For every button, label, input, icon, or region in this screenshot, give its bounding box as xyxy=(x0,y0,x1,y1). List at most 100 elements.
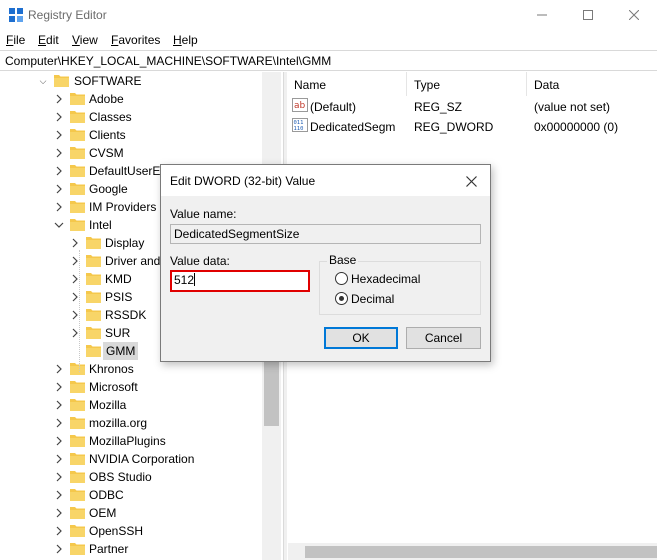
horizontal-scrollbar-thumb[interactable] xyxy=(305,546,657,558)
tree-item-adobe[interactable]: Adobe xyxy=(0,90,260,108)
menu-file[interactable]: File xyxy=(6,33,25,47)
value-type: REG_SZ xyxy=(414,100,463,114)
tree-label-software: SOFTWARE xyxy=(74,74,142,88)
chevron-right-icon[interactable] xyxy=(54,543,64,555)
tree-label-mozilla-org: mozilla.org xyxy=(89,416,148,430)
close-button[interactable] xyxy=(612,0,656,30)
chevron-right-icon[interactable] xyxy=(54,201,64,213)
tree-label-odbc: ODBC xyxy=(89,488,124,502)
tree-item-classes[interactable]: Classes xyxy=(0,108,260,126)
string-value-icon: ab xyxy=(292,98,308,112)
chevron-right-icon[interactable] xyxy=(54,165,64,177)
tree-label-defaultuseren: DefaultUserEn xyxy=(89,164,168,178)
tree-item-obs-studio[interactable]: OBS Studio xyxy=(0,468,260,486)
tree-label-google: Google xyxy=(89,182,128,196)
chevron-right-icon[interactable] xyxy=(54,147,64,159)
chevron-right-icon[interactable] xyxy=(54,489,64,501)
tree-label-clients: Clients xyxy=(89,128,126,142)
hexadecimal-label[interactable]: Hexadecimal xyxy=(351,272,420,286)
ok-button[interactable]: OK xyxy=(324,327,398,349)
folder-icon xyxy=(70,381,85,393)
column-separator[interactable] xyxy=(526,72,527,96)
column-separator[interactable] xyxy=(406,72,407,96)
folder-icon xyxy=(70,417,85,429)
chevron-right-icon[interactable] xyxy=(54,417,64,429)
menu-help[interactable]: Help xyxy=(173,33,198,47)
address-bar[interactable]: Computer\HKEY_LOCAL_MACHINE\SOFTWARE\Int… xyxy=(0,50,657,71)
tree-label-rssdk: RSSDK xyxy=(105,308,147,322)
tree-item-odbc[interactable]: ODBC xyxy=(0,486,260,504)
decimal-radio[interactable] xyxy=(335,292,348,305)
registry-editor-icon xyxy=(9,8,23,22)
decimal-label[interactable]: Decimal xyxy=(351,292,394,306)
title-bar: Registry Editor xyxy=(0,0,657,30)
tree-item-partner[interactable]: Partner xyxy=(0,540,260,558)
chevron-right-icon[interactable] xyxy=(54,507,64,519)
value-data: (value not set) xyxy=(534,100,611,114)
folder-icon xyxy=(70,399,85,411)
minimize-icon xyxy=(537,14,547,16)
tree-label-intel: Intel xyxy=(89,218,112,232)
base-label: Base xyxy=(327,253,359,267)
tree-label-classes: Classes xyxy=(89,110,132,124)
dialog-title: Edit DWORD (32-bit) Value xyxy=(170,174,316,188)
chevron-right-icon[interactable] xyxy=(54,399,64,411)
value-type: REG_DWORD xyxy=(414,120,494,134)
tree-item-clients[interactable]: Clients xyxy=(0,126,260,144)
chevron-right-icon[interactable] xyxy=(54,525,64,537)
chevron-right-icon[interactable] xyxy=(54,363,64,375)
window-title: Registry Editor xyxy=(28,8,107,22)
folder-icon xyxy=(86,291,101,303)
chevron-down-icon[interactable]: ⌵ xyxy=(38,75,48,87)
chevron-right-icon[interactable] xyxy=(54,93,64,105)
folder-icon xyxy=(70,93,85,105)
maximize-icon xyxy=(583,10,593,20)
dialog-close-button[interactable] xyxy=(461,171,481,191)
menu-edit[interactable]: Edit xyxy=(38,33,59,47)
tree-item-nvidia-corporation[interactable]: NVIDIA Corporation xyxy=(0,450,260,468)
chevron-right-icon[interactable] xyxy=(54,471,64,483)
folder-icon xyxy=(86,255,101,267)
chevron-right-icon[interactable] xyxy=(54,111,64,123)
tree-item-openssh[interactable]: OpenSSH xyxy=(0,522,260,540)
tree-label-adobe: Adobe xyxy=(89,92,124,106)
tree-item-cvsm[interactable]: CVSM xyxy=(0,144,260,162)
tree-item-mozillaplugins[interactable]: MozillaPlugins xyxy=(0,432,260,450)
column-header-name[interactable]: Name xyxy=(294,78,326,92)
tree-item-mozilla-org[interactable]: mozilla.org xyxy=(0,414,260,432)
chevron-right-icon[interactable] xyxy=(54,435,64,447)
tree-label-sur: SUR xyxy=(105,326,131,340)
folder-icon xyxy=(86,309,101,321)
chevron-right-icon[interactable] xyxy=(54,129,64,141)
chevron-right-icon[interactable] xyxy=(70,237,80,249)
cancel-button[interactable]: Cancel xyxy=(406,327,481,349)
folder-icon xyxy=(70,507,85,519)
folder-icon xyxy=(86,237,101,249)
tree-label-cvsm: CVSM xyxy=(89,146,124,160)
hexadecimal-radio[interactable] xyxy=(335,272,348,285)
tree-item-oem[interactable]: OEM xyxy=(0,504,260,522)
value-name-field[interactable]: DedicatedSegmentSize xyxy=(170,224,481,244)
value-data-field[interactable]: 512 xyxy=(170,270,310,292)
chevron-right-icon[interactable] xyxy=(54,183,64,195)
chevron-right-icon[interactable] xyxy=(54,381,64,393)
column-header-data[interactable]: Data xyxy=(534,78,559,92)
tree-item-mozilla[interactable]: Mozilla xyxy=(0,396,260,414)
tree-label-driver-and: Driver and xyxy=(105,254,161,268)
menu-view[interactable]: View xyxy=(72,33,98,47)
menu-favorites[interactable]: Favorites xyxy=(111,33,160,47)
chevron-down-icon[interactable] xyxy=(54,219,64,231)
folder-icon xyxy=(86,327,101,339)
tree-label-oem: OEM xyxy=(89,506,117,520)
tree-item-microsoft[interactable]: Microsoft xyxy=(0,378,260,396)
maximize-button[interactable] xyxy=(566,0,610,30)
minimize-button[interactable] xyxy=(520,0,564,30)
column-header-type[interactable]: Type xyxy=(414,78,440,92)
tree-item-khronos[interactable]: Khronos xyxy=(0,360,260,378)
value-name: DedicatedSegm xyxy=(310,120,396,134)
tree-label-mozillaplugins: MozillaPlugins xyxy=(89,434,166,448)
chevron-right-icon[interactable] xyxy=(54,453,64,465)
svg-text:ab: ab xyxy=(294,101,306,111)
tree-item-software[interactable]: ⌵ SOFTWARE xyxy=(0,72,260,90)
tree-label-khronos: Khronos xyxy=(89,362,134,376)
